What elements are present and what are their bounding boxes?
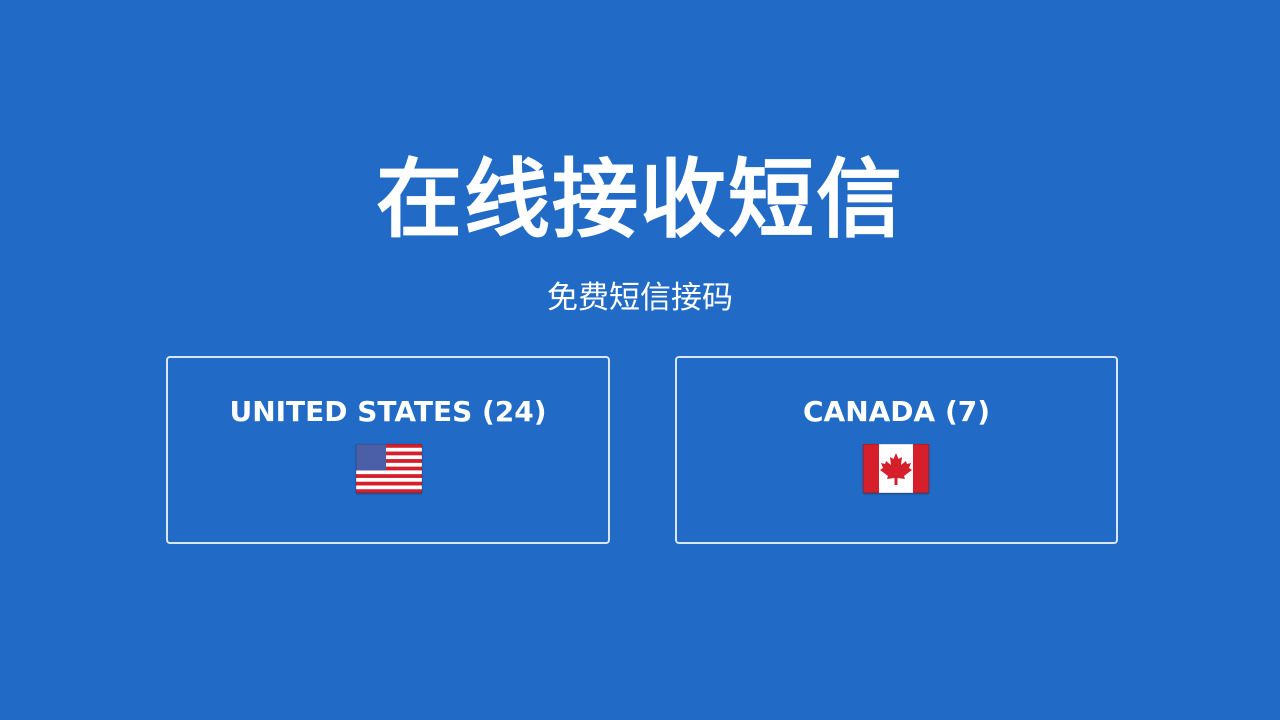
canada-flag-icon [863,444,929,493]
hero-title: 在线接收短信 [376,150,904,250]
country-card-united-states[interactable]: UNITED STATES (24) [166,356,610,544]
country-label-united-states: UNITED STATES (24) [229,395,547,428]
us-flag-icon [356,444,422,493]
country-card-canada[interactable]: CANADA (7) [675,356,1118,544]
hero-subtitle: 免费短信接码 [547,280,733,316]
country-label-canada: CANADA (7) [802,395,991,428]
